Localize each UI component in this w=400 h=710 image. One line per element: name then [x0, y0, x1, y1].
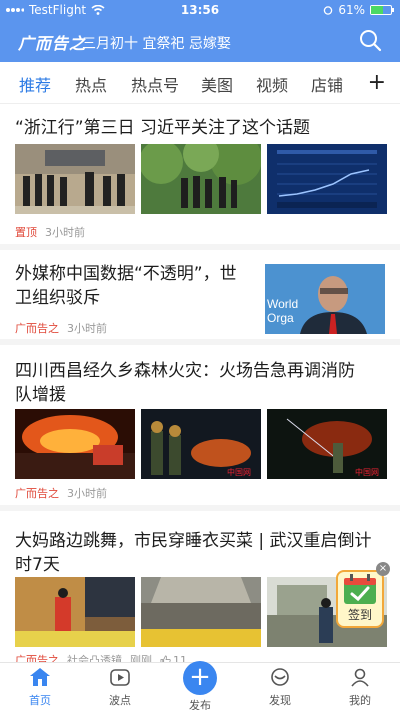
tab-videos[interactable]: 视频: [256, 72, 288, 96]
add-channel-button[interactable]: +: [368, 70, 386, 95]
tab-hot[interactable]: 热点: [75, 72, 107, 96]
article-time: 刚刚: [130, 654, 152, 662]
app-logo: 广而告之: [18, 34, 87, 53]
source-tag: 广而告之: [15, 654, 59, 662]
checkin-label: 签到: [347, 608, 372, 622]
home-icon: [30, 668, 50, 686]
checkin-card[interactable]: 签到: [336, 570, 384, 628]
article-time: 3小时前: [67, 487, 107, 500]
bottom-nav: 首页 波点 + 发布 发现 我的: [0, 661, 400, 710]
article-card[interactable]: 外媒称中国数据“不透明”，世 卫组织驳斥 World Orga 广而告之 3小时…: [0, 250, 400, 345]
thumbs-up-icon: [160, 655, 171, 662]
article-card[interactable]: 四川西昌经久乡森林火灾：火场告急再调消防 队增援 中国网 中国网 广而告之 3小…: [0, 345, 400, 511]
article-thumbnail[interactable]: 中国网: [267, 409, 387, 479]
article-thumbnail[interactable]: [267, 144, 387, 214]
nav-discover[interactable]: 发现: [250, 667, 310, 708]
close-checkin-button[interactable]: ×: [376, 562, 390, 576]
nav-bodian[interactable]: 波点: [90, 667, 150, 708]
video-icon: [110, 669, 130, 686]
article-title[interactable]: “浙江行”第三日 习近平关注了这个话题: [15, 116, 310, 140]
pinned-badge: 置顶: [15, 226, 37, 239]
publish-icon[interactable]: +: [183, 661, 217, 695]
article-title[interactable]: 外媒称中国数据“不透明”，世 卫组织驳斥: [15, 262, 237, 310]
tab-photos[interactable]: 美图: [201, 72, 233, 96]
source-tag: 广而告之: [15, 322, 59, 335]
tab-shops[interactable]: 店铺: [311, 72, 343, 96]
app-header: TestFlight 13:56 61% 广而告之 三月初十 宜祭祀 忌嫁娶: [0, 0, 400, 62]
source-tag: 广而告之: [15, 487, 59, 500]
svg-text:中国网: 中国网: [227, 467, 251, 477]
article-thumbnail[interactable]: [141, 144, 261, 214]
article-thumbnail[interactable]: [141, 577, 261, 647]
tab-hot-accounts[interactable]: 热点号: [131, 72, 179, 96]
article-thumbnail[interactable]: World Orga: [265, 264, 385, 334]
nav-publish[interactable]: + 发布: [170, 661, 230, 710]
discover-icon: [271, 668, 289, 686]
tab-recommend[interactable]: 推荐: [19, 72, 51, 96]
profile-icon: [351, 668, 369, 687]
like-count[interactable]: 11: [160, 654, 187, 662]
calendar-check-icon: [344, 574, 376, 604]
article-card[interactable]: “浙江行”第三日 习近平关注了这个话题 置顶 3小时前: [0, 104, 400, 250]
article-time: 3小时前: [67, 322, 107, 335]
battery-percent: 61%: [338, 3, 365, 17]
status-bar: TestFlight 13:56 61%: [0, 0, 400, 20]
article-thumbnail[interactable]: 中国网: [141, 409, 261, 479]
article-thumbnail[interactable]: [15, 577, 135, 647]
nav-home[interactable]: 首页: [10, 667, 70, 708]
article-title[interactable]: 大妈路边跳舞，市民穿睡衣买菜 | 武汉重启倒计 时7天: [15, 529, 372, 577]
article-time: 3小时前: [45, 226, 85, 239]
nav-profile[interactable]: 我的: [330, 667, 390, 708]
svg-text:中国网: 中国网: [355, 467, 379, 477]
category-tabs: 推荐 热点 热点号 美图 视频 店铺 +: [0, 62, 400, 104]
battery-icon: [370, 5, 394, 15]
svg-text:World: World: [267, 297, 298, 311]
svg-text:Orga: Orga: [267, 311, 294, 325]
article-thumbnail[interactable]: [15, 409, 135, 479]
article-thumbnail[interactable]: [15, 144, 135, 214]
alarm-icon: [324, 6, 333, 15]
almanac-text: 三月初十 宜祭祀 忌嫁娶: [82, 36, 231, 52]
checkin-widget[interactable]: 签到 ×: [332, 562, 390, 638]
search-icon[interactable]: [358, 28, 382, 52]
article-source: 社会凸透镜: [67, 654, 122, 662]
article-title[interactable]: 四川西昌经久乡森林火灾：火场告急再调消防 队增援: [15, 359, 355, 407]
